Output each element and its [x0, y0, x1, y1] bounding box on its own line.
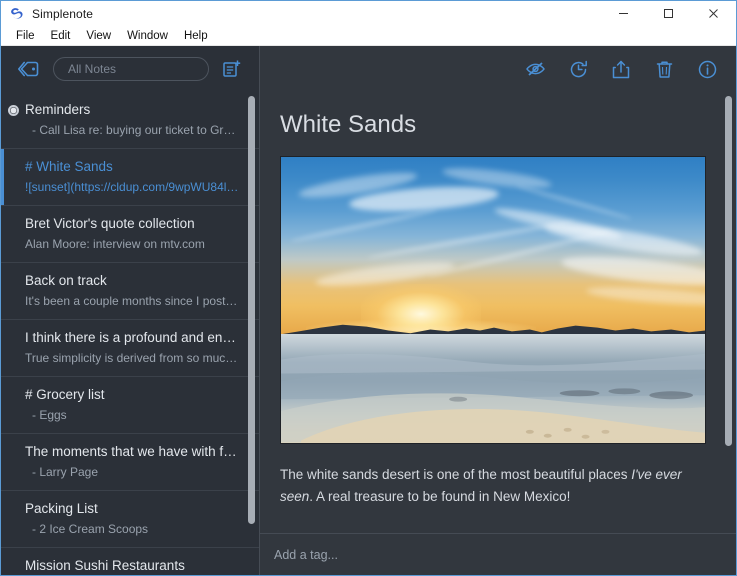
menu-item-window[interactable]: Window: [119, 27, 176, 45]
note-excerpt: - Larry Page: [25, 464, 239, 481]
list-item[interactable]: Packing List - 2 Ice Cream Scoops: [1, 491, 259, 548]
trash-icon[interactable]: [653, 58, 675, 80]
history-icon[interactable]: [567, 58, 589, 80]
preview-off-icon[interactable]: [524, 58, 546, 80]
note-excerpt: - Call Lisa re: buying our ticket to Gre…: [25, 122, 239, 139]
note-list-panel: All Notes Reminders: [1, 46, 259, 575]
note-excerpt: - 2 Ice Cream Scoops: [25, 521, 239, 538]
note-heading: White Sands: [280, 110, 706, 140]
note-title: Reminders: [25, 101, 239, 119]
tag-icon[interactable]: [15, 56, 43, 82]
note-title: Back on track: [25, 272, 239, 290]
app-title: Simplenote: [32, 7, 93, 21]
maximize-button[interactable]: [646, 1, 691, 26]
tag-input[interactable]: Add a tag...: [274, 548, 338, 562]
minimize-button[interactable]: [601, 1, 646, 26]
new-note-icon[interactable]: [219, 56, 245, 82]
list-item[interactable]: I think there is a profound and end… Tru…: [1, 320, 259, 377]
list-item[interactable]: # White Sands ![sunset](https://cldup.co…: [1, 149, 259, 206]
tag-bar[interactable]: Add a tag...: [260, 533, 736, 575]
info-icon[interactable]: [696, 58, 718, 80]
window-controls: [601, 1, 736, 26]
note-editor[interactable]: White Sands: [260, 92, 736, 533]
list-item[interactable]: Bret Victor's quote collection Alan Moor…: [1, 206, 259, 263]
note-title: # Grocery list: [25, 386, 239, 404]
editor-scrollbar[interactable]: [725, 96, 732, 446]
note-title: Packing List: [25, 500, 239, 518]
list-toolbar: All Notes: [1, 46, 259, 92]
photo-dunes: [281, 334, 705, 443]
close-button[interactable]: [691, 1, 736, 26]
share-icon[interactable]: [610, 58, 632, 80]
title-bar: Simplenote: [1, 1, 736, 26]
menu-item-edit[interactable]: Edit: [43, 27, 79, 45]
note-excerpt: Alan Moore: interview on mtv.com: [25, 236, 239, 253]
menu-item-view[interactable]: View: [78, 27, 119, 45]
list-item[interactable]: The moments that we have with fri… - Lar…: [1, 434, 259, 491]
search-placeholder: All Notes: [68, 62, 116, 76]
editor-toolbar: [260, 46, 736, 92]
menu-bar: File Edit View Window Help: [1, 26, 736, 46]
note-title: I think there is a profound and end…: [25, 329, 239, 347]
note-list-scrollbar[interactable]: [248, 96, 255, 524]
note-title: # White Sands: [25, 158, 239, 176]
note-title: Mission Sushi Restaurants: [25, 557, 239, 575]
menu-item-file[interactable]: File: [8, 27, 43, 45]
note-title: The moments that we have with fri…: [25, 443, 239, 461]
list-item[interactable]: Reminders - Call Lisa re: buying our tic…: [1, 92, 259, 149]
list-item[interactable]: Back on track It's been a couple months …: [1, 263, 259, 320]
published-indicator-icon: [8, 105, 19, 116]
note-editor-panel: White Sands: [260, 46, 736, 575]
list-item[interactable]: # Grocery list - Eggs: [1, 377, 259, 434]
note-list[interactable]: Reminders - Call Lisa re: buying our tic…: [1, 92, 259, 575]
list-item[interactable]: Mission Sushi Restaurants - Suogi: [1, 548, 259, 575]
note-excerpt: True simplicity is derived from so much …: [25, 350, 239, 367]
note-title: Bret Victor's quote collection: [25, 215, 239, 233]
note-excerpt: ![sunset](https://cldup.com/9wpWU84l3…: [25, 179, 239, 196]
main-body: All Notes Reminders: [1, 46, 736, 575]
note-body-before: The white sands desert is one of the mos…: [280, 467, 631, 482]
simplenote-window: Simplenote File Edit View Window Help: [0, 0, 737, 576]
title-bar-left: Simplenote: [1, 7, 93, 21]
note-excerpt: - Eggs: [25, 407, 239, 424]
menu-item-help[interactable]: Help: [176, 27, 216, 45]
simplenote-logo-icon: [10, 7, 24, 21]
search-input[interactable]: All Notes: [53, 57, 209, 81]
note-body-text: The white sands desert is one of the mos…: [280, 464, 690, 508]
note-image-sunset: [280, 156, 706, 444]
note-excerpt: It's been a couple months since I posted…: [25, 293, 239, 310]
note-body-after: . A real treasure to be found in New Mex…: [309, 489, 570, 504]
